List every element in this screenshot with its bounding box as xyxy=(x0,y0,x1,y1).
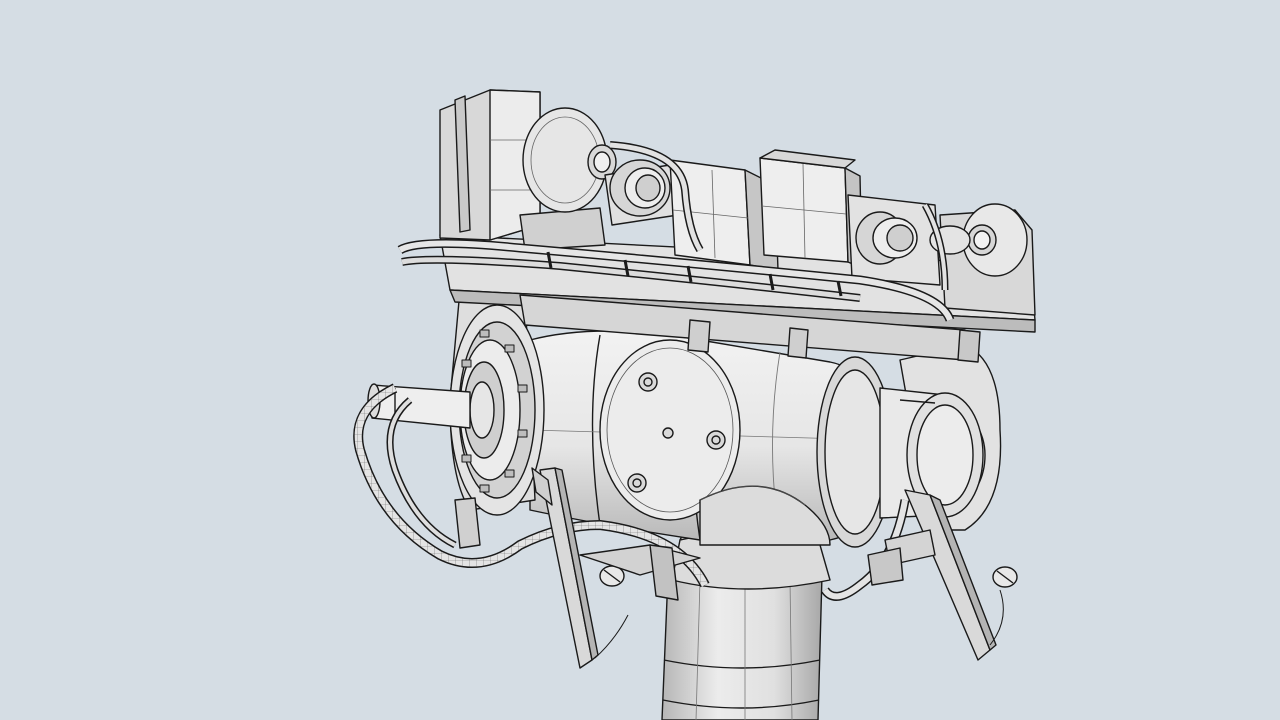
instrument-box-3 xyxy=(759,149,863,269)
rotary-motor-1 xyxy=(519,107,617,251)
right-hinge-bracket xyxy=(867,529,936,586)
cad-model-render xyxy=(353,89,1036,720)
lens-unit-1 xyxy=(604,159,679,226)
cad-viewport[interactable] xyxy=(0,0,1280,720)
left-flange-bearing xyxy=(367,289,545,516)
